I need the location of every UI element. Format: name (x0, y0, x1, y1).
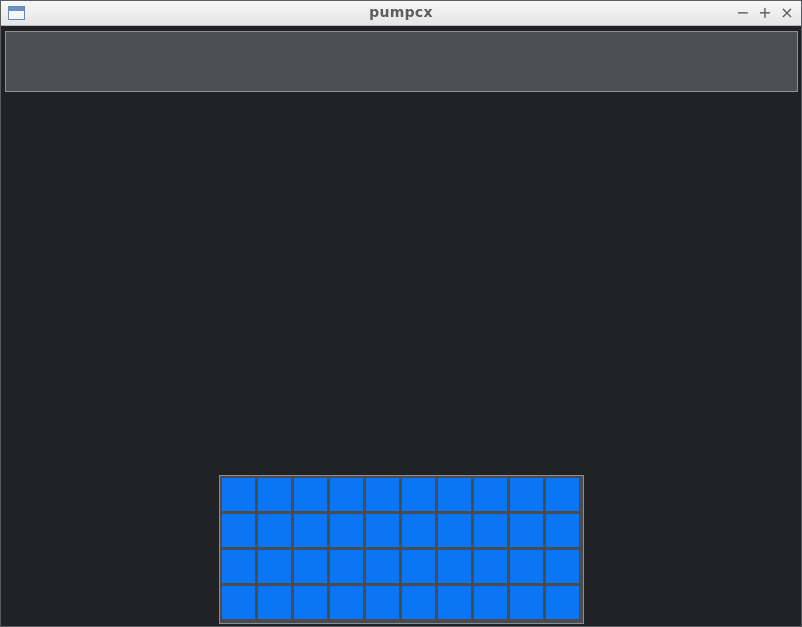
grid-cell[interactable] (438, 478, 471, 511)
minimize-icon[interactable]: − (734, 3, 752, 23)
grid-cell[interactable] (366, 550, 399, 583)
grid-cell[interactable] (546, 478, 579, 511)
grid-cell[interactable] (294, 478, 327, 511)
window-title: pumpcx (369, 5, 433, 21)
close-icon[interactable]: × (778, 3, 796, 23)
grid-cell[interactable] (510, 550, 543, 583)
grid-cell[interactable] (438, 550, 471, 583)
grid-cell[interactable] (402, 586, 435, 619)
grid-cell[interactable] (438, 514, 471, 547)
grid-cell[interactable] (366, 514, 399, 547)
grid-cell[interactable] (510, 586, 543, 619)
grid-cell[interactable] (222, 514, 255, 547)
grid-cell[interactable] (510, 514, 543, 547)
grid-cell[interactable] (402, 478, 435, 511)
app-window: pumpcx − + × (0, 0, 802, 627)
grid-cell[interactable] (510, 478, 543, 511)
grid-cell[interactable] (474, 478, 507, 511)
grid-cell[interactable] (330, 550, 363, 583)
grid-cell[interactable] (366, 478, 399, 511)
grid-cell[interactable] (402, 514, 435, 547)
grid-cell[interactable] (294, 550, 327, 583)
grid-cell[interactable] (366, 586, 399, 619)
grid-cell[interactable] (402, 550, 435, 583)
grid-cell[interactable] (330, 478, 363, 511)
grid-cell[interactable] (474, 586, 507, 619)
grid-cell[interactable] (330, 586, 363, 619)
grid-cell[interactable] (258, 550, 291, 583)
grid-cell[interactable] (474, 514, 507, 547)
grid-cell[interactable] (330, 514, 363, 547)
top-panel (5, 31, 798, 92)
grid-cell[interactable] (438, 586, 471, 619)
title-bar[interactable]: pumpcx − + × (1, 1, 801, 26)
grid-cell[interactable] (294, 514, 327, 547)
grid-cell[interactable] (474, 550, 507, 583)
maximize-icon[interactable]: + (756, 3, 774, 23)
grid-cell[interactable] (222, 478, 255, 511)
grid-cell[interactable] (222, 586, 255, 619)
grid-cell[interactable] (258, 514, 291, 547)
grid-cell[interactable] (546, 550, 579, 583)
grid-cell[interactable] (294, 586, 327, 619)
cell-grid (219, 475, 584, 624)
grid-cell[interactable] (258, 586, 291, 619)
grid-cell[interactable] (258, 478, 291, 511)
grid-cell[interactable] (546, 514, 579, 547)
grid-cell[interactable] (546, 586, 579, 619)
grid-cell[interactable] (222, 550, 255, 583)
